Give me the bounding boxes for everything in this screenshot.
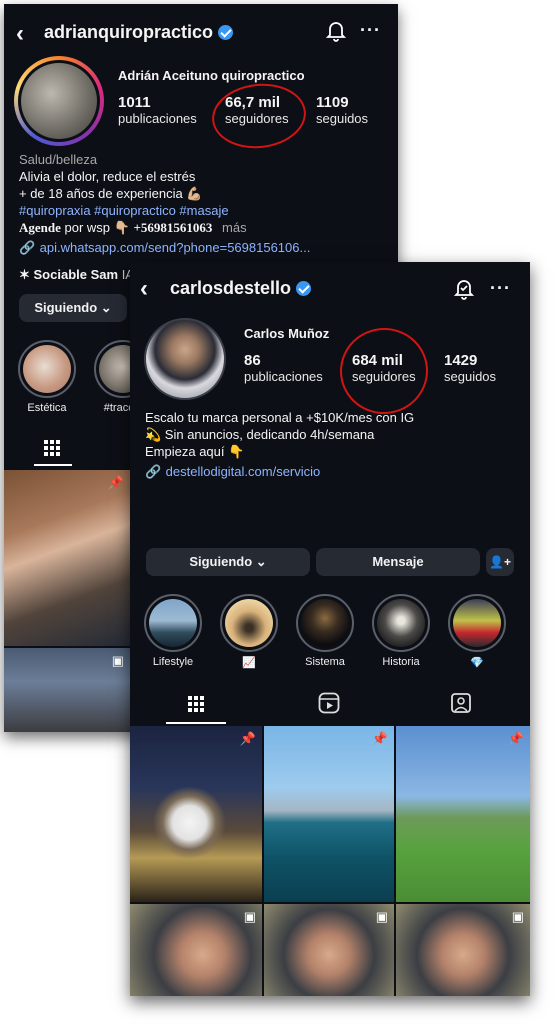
front-profile-screenshot: ‹ carlosdestello ··· Carlos Muñoz 86 pub…: [130, 262, 530, 996]
back-hashtags[interactable]: #quiropraxia #quiropractico #masaje: [19, 202, 229, 219]
reels-icon: ▣: [375, 909, 388, 924]
back-chevron-icon[interactable]: ‹: [140, 277, 148, 301]
front-highlight-4[interactable]: [448, 594, 506, 652]
front-highlight-label-1: 📈: [242, 657, 256, 669]
front-highlight-3[interactable]: [372, 594, 430, 652]
verified-badge-icon: [218, 25, 234, 40]
back-stat-following[interactable]: 1109 seguidos: [316, 94, 368, 126]
post-tile-2[interactable]: 📌: [396, 726, 530, 902]
front-link-row[interactable]: 🔗 destellodigital.com/servicio: [145, 463, 320, 481]
front-highlight-2[interactable]: [296, 594, 354, 652]
back-following-button[interactable]: Siguiendo ⌄: [19, 294, 127, 322]
pin-icon: 📌: [371, 731, 388, 746]
pin-icon: 📌: [239, 731, 256, 746]
front-highlight-1[interactable]: [220, 594, 278, 652]
back-full-name: Adrián Aceituno quiropractico: [118, 68, 305, 83]
verified-badge-icon: [296, 281, 312, 296]
front-stat-posts[interactable]: 86 publicaciones: [244, 352, 323, 384]
front-highlight-label-4: 💎: [470, 657, 484, 669]
front-tab-indicator: [166, 722, 226, 724]
front-highlight-label-3: Historia: [382, 656, 420, 668]
front-highlight-label-0: Lifestyle: [152, 656, 194, 668]
front-stat-following[interactable]: 1429 seguidos: [444, 352, 496, 384]
front-avatar[interactable]: [144, 318, 226, 400]
chevron-down-icon: ⌄: [255, 554, 267, 569]
back-post-tile-0[interactable]: 📌: [4, 470, 130, 646]
post-tile-0[interactable]: 📌: [130, 726, 262, 902]
red-annotation-circle: [208, 79, 310, 153]
front-following-button[interactable]: Siguiendo ⌄: [146, 548, 310, 576]
front-profile-username: carlosdestello: [170, 278, 312, 299]
bell-icon[interactable]: [453, 278, 475, 305]
back-stat-posts[interactable]: 1011 publicaciones: [118, 94, 197, 126]
front-bio-line2: 💫 Sin anuncios, dedicando 4h/semana: [145, 427, 375, 442]
reels-icon: ▣: [111, 653, 124, 668]
back-link-row[interactable]: 🔗 api.whatsapp.com/send?phone=5698156106…: [19, 239, 310, 257]
link-icon: 🔗: [145, 464, 162, 479]
back-bio-line1: Alivia el dolor, reduce el estrés: [19, 169, 196, 184]
back-bio-agende: Agende por wsp 👇🏼 +56981561063 más: [19, 220, 247, 235]
front-bio-line3: Empieza aquí 👇: [145, 444, 245, 459]
front-highlight-0[interactable]: [144, 594, 202, 652]
back-chevron-icon[interactable]: ‹: [16, 22, 24, 46]
back-post-tile-1[interactable]: ▣: [4, 648, 130, 732]
more-icon[interactable]: ···: [490, 278, 511, 299]
back-highlight-0[interactable]: [18, 340, 76, 398]
reels-icon: ▣: [511, 909, 524, 924]
pin-icon: 📌: [107, 475, 124, 490]
back-avatar: [21, 63, 97, 139]
post-tile-5[interactable]: ▣: [396, 904, 530, 996]
post-tile-3[interactable]: ▣: [130, 904, 262, 996]
tagged-icon[interactable]: [450, 692, 472, 719]
back-category: Salud/belleza: [19, 152, 98, 167]
front-bio-line1: Escalo tu marca personal a +$10K/mes con…: [145, 410, 415, 425]
red-annotation-circle: [335, 323, 433, 419]
back-mention[interactable]: ✶ Sociable Sam IA: [19, 266, 134, 283]
back-more-link[interactable]: más: [222, 220, 247, 235]
back-tab-indicator: [34, 464, 72, 466]
message-button[interactable]: Mensaje: [316, 548, 480, 576]
post-tile-1[interactable]: 📌: [264, 726, 394, 902]
grid-icon[interactable]: [188, 696, 204, 712]
chevron-down-icon: ⌄: [100, 300, 112, 315]
reels-icon: ▣: [243, 909, 256, 924]
back-highlight-label-0: Estética: [27, 402, 67, 414]
grid-icon[interactable]: [44, 440, 60, 456]
back-profile-username: adrianquiropractico: [44, 22, 234, 43]
more-icon[interactable]: ···: [360, 20, 381, 41]
pin-icon: 📌: [507, 731, 524, 746]
front-full-name: Carlos Muñoz: [244, 326, 330, 341]
bell-icon[interactable]: [325, 20, 347, 47]
reels-icon[interactable]: [318, 692, 340, 719]
add-user-icon[interactable]: 👤+: [486, 548, 514, 576]
front-highlight-label-2: Sistema: [305, 656, 345, 668]
back-bio-line2: + de 18 años de experiencia 💪🏼: [19, 186, 203, 201]
back-avatar-ring[interactable]: [14, 56, 104, 146]
post-tile-4[interactable]: ▣: [264, 904, 394, 996]
link-icon: 🔗: [19, 240, 36, 255]
